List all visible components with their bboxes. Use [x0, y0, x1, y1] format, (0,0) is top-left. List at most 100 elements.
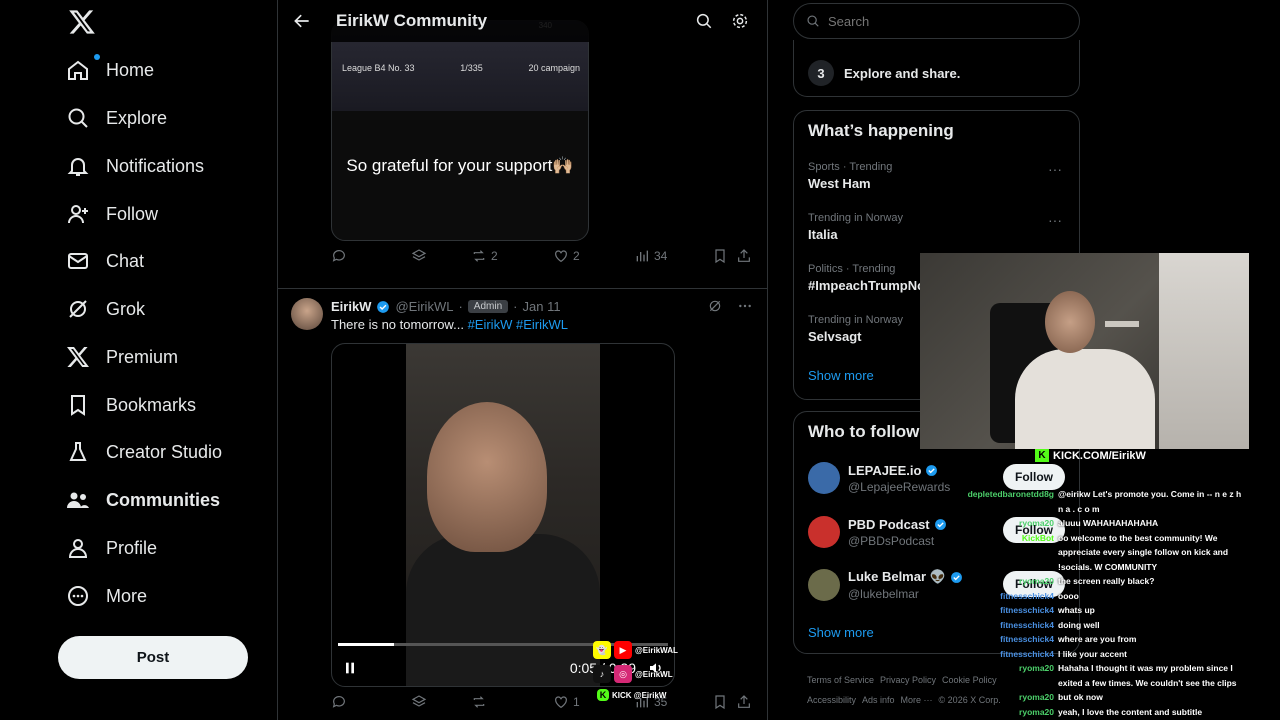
nav-item-profile[interactable]: Profile [66, 528, 157, 568]
chat-username: KickBot [1021, 532, 1054, 543]
chat-message: fitnesschick4 I like your accent [920, 647, 1250, 662]
search-input[interactable] [828, 13, 1004, 29]
share-button[interactable] [736, 694, 752, 710]
nav-item-label: Creator Studio [106, 441, 223, 462]
nav-item-label: Explore [106, 107, 168, 128]
x-logo-icon[interactable] [68, 8, 96, 36]
author-name[interactable]: EirikW [331, 299, 371, 314]
like-button[interactable]: 2 [553, 248, 580, 264]
views-bar-icon [636, 250, 648, 262]
chat-text: aluuu WAHAHAHAHAHA [1058, 518, 1159, 528]
search-icon [807, 15, 819, 27]
trend-name: West Ham [808, 176, 871, 191]
reply-icon [332, 250, 345, 262]
bookmark-button[interactable] [712, 248, 728, 264]
stack-button[interactable] [411, 248, 427, 264]
heart-icon [555, 696, 567, 709]
person-icon [68, 539, 88, 558]
more-options-icon[interactable] [737, 298, 753, 314]
nav-item-label: Communities [106, 489, 221, 510]
chat-username: fitnesschick4 [1000, 605, 1054, 615]
post-button[interactable]: Post [58, 636, 248, 679]
nav-item-creator-studio[interactable]: Creator Studio [66, 432, 222, 472]
hashtag-link[interactable]: #EirikW [468, 317, 513, 332]
grok-icon[interactable] [707, 298, 723, 314]
trend-category: Trending in Norway [808, 212, 903, 224]
views-button[interactable]: 34 [634, 248, 667, 264]
tweet-text: There is no tomorrow... #EirikW #EirikWL [331, 317, 568, 332]
chat-text: doing well [1058, 619, 1100, 630]
chat-message: ryoma20 aluuu WAHAHAHAHAHA [920, 516, 1250, 531]
back-arrow-icon[interactable] [292, 11, 312, 31]
share-button[interactable] [736, 248, 752, 264]
nav-item-label: Home [106, 59, 155, 80]
nav-item-communities[interactable]: Communities [66, 480, 220, 520]
avatar[interactable] [808, 462, 840, 494]
trend-item[interactable]: Sports · Trending West Ham ··· [808, 161, 1068, 191]
more-options-icon[interactable]: ··· [1048, 161, 1062, 177]
user-name[interactable]: LEPAJEE.io [848, 463, 921, 478]
retweet-button[interactable] [471, 694, 487, 710]
chat-message: fitnesschick4 whats up [920, 603, 1250, 618]
view-count: 34 [654, 249, 668, 263]
retweet-icon [473, 696, 485, 708]
bookmark-button[interactable] [712, 694, 728, 710]
avatar[interactable] [808, 569, 840, 601]
settings-gear-icon[interactable] [731, 12, 749, 30]
webcam-door [1159, 253, 1249, 449]
search-icon[interactable] [695, 12, 713, 30]
chat-username [920, 560, 1058, 575]
reply-button[interactable] [331, 694, 347, 710]
community-header: EirikW Community [278, 0, 767, 42]
avatar[interactable] [808, 516, 840, 548]
tweet-time[interactable]: Jan 11 [523, 299, 561, 314]
chat-text: yeah, I love the content and subtitle [1058, 706, 1203, 717]
instagram-handle: @EirikWL [635, 669, 673, 679]
video-player[interactable]: 0:05 / 0:29 [331, 343, 675, 687]
search-box[interactable] [793, 3, 1080, 39]
page-title: EirikW Community [336, 11, 488, 30]
user-name[interactable]: PBD Podcast [848, 517, 930, 532]
chat-username: depletedbaronetdd8g [967, 489, 1054, 499]
chat-message: ryoma20 the screen really black? [920, 574, 1250, 589]
bookmark-icon [715, 249, 725, 264]
reply-button[interactable] [331, 248, 347, 264]
bookmark-icon [71, 395, 85, 416]
nav-item-chat[interactable]: Chat [66, 241, 144, 281]
chat-message: appreciate every single follow on kick a… [920, 545, 1250, 560]
person-add-icon [68, 205, 88, 224]
nav-item-home[interactable]: Home [66, 50, 154, 90]
avatar[interactable] [291, 298, 323, 330]
nav-item-follow[interactable]: Follow [66, 194, 158, 234]
chat-username: fitnesschick4 [1000, 590, 1054, 601]
retweet-button[interactable]: 2 [471, 248, 498, 264]
nav-item-bookmarks[interactable]: Bookmarks [66, 385, 196, 425]
tweet-media-image[interactable]: League B4 No. 33 1/335 20 campaign 340 S… [331, 20, 589, 241]
footer-link[interactable]: Terms of Service [807, 675, 874, 685]
author-handle[interactable]: @EirikWL [395, 299, 453, 314]
nav-item-premium[interactable]: Premium [66, 337, 178, 377]
webcam-overlay [920, 253, 1249, 449]
verified-badge-icon [926, 464, 938, 476]
chat-text: exited a few times. We couldn't see the … [1058, 677, 1237, 688]
show-more-link[interactable]: Show more [808, 368, 874, 383]
trend-item[interactable]: Trending in Norway Italia ··· [808, 212, 1068, 242]
nav-item-notifications[interactable]: Notifications [66, 146, 204, 186]
footer-link[interactable]: Ads info [862, 695, 895, 705]
nav-item-more[interactable]: More [66, 576, 147, 616]
hashtag-link[interactable]: #EirikWL [516, 317, 568, 332]
share-icon [738, 695, 750, 708]
nav-item-grok[interactable]: Grok [66, 289, 145, 329]
kick-url: KICK.COM/EirikW [1053, 449, 1146, 462]
stack-button[interactable] [411, 694, 427, 710]
search-icon [68, 108, 88, 128]
chat-message: fitnesschick4 doing well [920, 618, 1250, 633]
like-button[interactable]: 1 [553, 694, 580, 710]
show-more-link[interactable]: Show more [808, 625, 874, 640]
tweet-text-body: There is no tomorrow... [331, 317, 468, 332]
more-options-icon[interactable]: ··· [1048, 212, 1062, 228]
footer-link[interactable]: Accessibility [807, 695, 856, 705]
webcam-person-head [1045, 291, 1095, 353]
pause-icon[interactable] [342, 660, 358, 676]
nav-item-explore[interactable]: Explore [66, 98, 167, 138]
